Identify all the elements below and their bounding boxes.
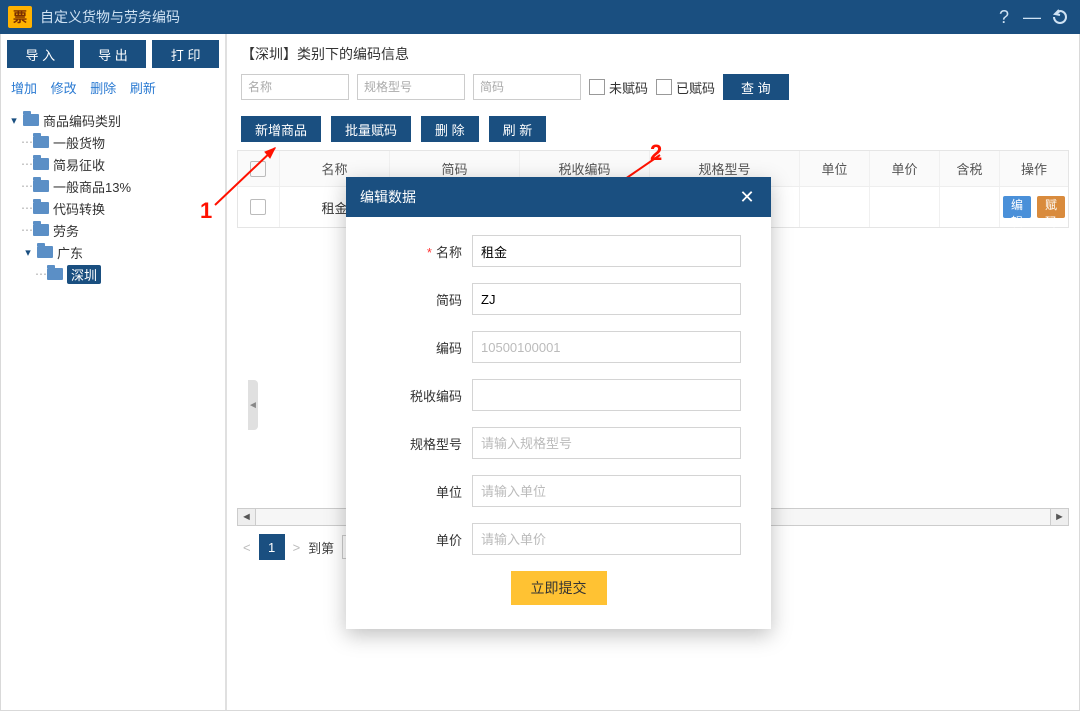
folder-icon bbox=[33, 202, 49, 214]
link-delete[interactable]: 删除 bbox=[90, 81, 116, 96]
folder-icon bbox=[33, 158, 49, 170]
pager-current[interactable]: 1 bbox=[259, 534, 285, 560]
pager-prev[interactable]: < bbox=[243, 540, 251, 555]
content-heading: 【深圳】类别下的编码信息 bbox=[237, 42, 1069, 74]
export-button[interactable]: 导 出 bbox=[80, 40, 147, 68]
sidebar-collapse-handle[interactable]: ◄ bbox=[248, 380, 258, 430]
input-name[interactable] bbox=[472, 235, 741, 267]
titlebar: 票 自定义货物与劳务编码 ? — bbox=[0, 0, 1080, 34]
link-add[interactable]: 增加 bbox=[11, 81, 37, 96]
col-price: 单价 bbox=[870, 151, 940, 186]
window-title: 自定义货物与劳务编码 bbox=[40, 7, 180, 27]
modal-title: 编辑数据 bbox=[360, 187, 416, 207]
folder-icon bbox=[47, 268, 63, 280]
label-unit: 单位 bbox=[436, 485, 462, 500]
category-tree: ▾ 商品编码类别 ⋯一般货物 ⋯简易征收 ⋯一般商品13% ⋯代码转换 ⋯劳务 … bbox=[1, 105, 225, 289]
tree-label: 一般货物 bbox=[53, 133, 105, 152]
label-taxcode: 税收编码 bbox=[410, 389, 462, 404]
col-unit: 单位 bbox=[800, 151, 870, 186]
tree-item-guangdong[interactable]: ▾ 广东 bbox=[7, 241, 219, 263]
label-name: 名称 bbox=[436, 245, 462, 260]
col-tax: 含税 bbox=[940, 151, 1000, 186]
scroll-left-icon[interactable]: ◄ bbox=[238, 509, 256, 525]
tree-label: 一般商品13% bbox=[53, 177, 131, 196]
sidebar: 导 入 导 出 打 印 增加 修改 删除 刷新 ▾ 商品编码类别 ⋯一般货物 ⋯… bbox=[1, 34, 227, 710]
input-id bbox=[472, 331, 741, 363]
tree-item[interactable]: ⋯代码转换 bbox=[7, 197, 219, 219]
col-op: 操作 bbox=[1000, 151, 1068, 186]
tree-label: 商品编码类别 bbox=[43, 111, 121, 130]
import-button[interactable]: 导 入 bbox=[7, 40, 74, 68]
collapse-icon[interactable]: ▾ bbox=[21, 246, 35, 259]
tree-item[interactable]: ⋯简易征收 bbox=[7, 153, 219, 175]
label-code: 简码 bbox=[436, 293, 462, 308]
help-icon[interactable]: ? bbox=[992, 5, 1016, 29]
modal-close-icon[interactable]: ✕ bbox=[737, 187, 757, 207]
delete-button[interactable]: 删 除 bbox=[421, 116, 479, 142]
scroll-right-icon[interactable]: ► bbox=[1050, 509, 1068, 525]
pager-goto-label: 到第 bbox=[308, 538, 334, 557]
search-button[interactable]: 查 询 bbox=[723, 74, 789, 100]
filter-spec-input[interactable] bbox=[357, 74, 465, 100]
refresh-button[interactable]: 刷 新 bbox=[489, 116, 547, 142]
sidebar-links: 增加 修改 删除 刷新 bbox=[1, 72, 225, 105]
label-id: 编码 bbox=[436, 341, 462, 356]
link-edit[interactable]: 修改 bbox=[51, 81, 77, 96]
input-taxcode[interactable] bbox=[472, 379, 741, 411]
print-button[interactable]: 打 印 bbox=[152, 40, 219, 68]
input-price[interactable] bbox=[472, 523, 741, 555]
tree-label: 劳务 bbox=[53, 221, 79, 240]
tree-label: 广东 bbox=[57, 243, 83, 262]
tree-item[interactable]: ⋯一般商品13% bbox=[7, 175, 219, 197]
link-refresh[interactable]: 刷新 bbox=[130, 81, 156, 96]
submit-button[interactable]: 立即提交 bbox=[511, 571, 607, 605]
minimize-icon[interactable]: — bbox=[1020, 5, 1044, 29]
tree-label: 深圳 bbox=[67, 265, 101, 284]
checkbox-label: 未赋码 bbox=[609, 78, 648, 97]
tree-item[interactable]: ⋯一般货物 bbox=[7, 131, 219, 153]
filter-code-input[interactable] bbox=[473, 74, 581, 100]
folder-icon bbox=[33, 224, 49, 236]
folder-icon bbox=[33, 136, 49, 148]
tree-item[interactable]: ⋯劳务 bbox=[7, 219, 219, 241]
label-spec: 规格型号 bbox=[410, 437, 462, 452]
tree-root[interactable]: ▾ 商品编码类别 bbox=[7, 109, 219, 131]
folder-icon bbox=[23, 114, 39, 126]
edit-modal: 编辑数据 ✕ *名称 简码 编码 税收编码 规格型号 单位 单价 bbox=[346, 177, 771, 629]
checkbox-assigned[interactable]: 已赋码 bbox=[656, 78, 715, 97]
back-icon[interactable] bbox=[1048, 5, 1072, 29]
tree-label: 简易征收 bbox=[53, 155, 105, 174]
pager-next[interactable]: > bbox=[293, 540, 301, 555]
checkbox-unassigned[interactable]: 未赋码 bbox=[589, 78, 648, 97]
filter-row: 未赋码 已赋码 查 询 bbox=[237, 74, 1069, 100]
checkbox-label: 已赋码 bbox=[676, 78, 715, 97]
collapse-icon[interactable]: ▾ bbox=[7, 114, 21, 127]
row-edit-button[interactable]: 编辑 bbox=[1003, 196, 1031, 218]
folder-icon bbox=[33, 180, 49, 192]
folder-icon bbox=[37, 246, 53, 258]
tree-label: 代码转换 bbox=[53, 199, 105, 218]
annotation-arrow-1 bbox=[210, 140, 290, 215]
input-code[interactable] bbox=[472, 283, 741, 315]
add-product-button[interactable]: 新增商品 bbox=[241, 116, 321, 142]
app-logo: 票 bbox=[8, 6, 32, 28]
filter-name-input[interactable] bbox=[241, 74, 349, 100]
action-row: 新增商品 批量赋码 删 除 刷 新 bbox=[241, 116, 1069, 142]
input-unit[interactable] bbox=[472, 475, 741, 507]
input-spec[interactable] bbox=[472, 427, 741, 459]
tree-item-shenzhen[interactable]: ⋯深圳 bbox=[7, 263, 219, 285]
modal-header: 编辑数据 ✕ bbox=[346, 177, 771, 217]
batch-assign-button[interactable]: 批量赋码 bbox=[331, 116, 411, 142]
row-assign-button[interactable]: 赋码 bbox=[1037, 196, 1065, 218]
label-price: 单价 bbox=[436, 533, 462, 548]
